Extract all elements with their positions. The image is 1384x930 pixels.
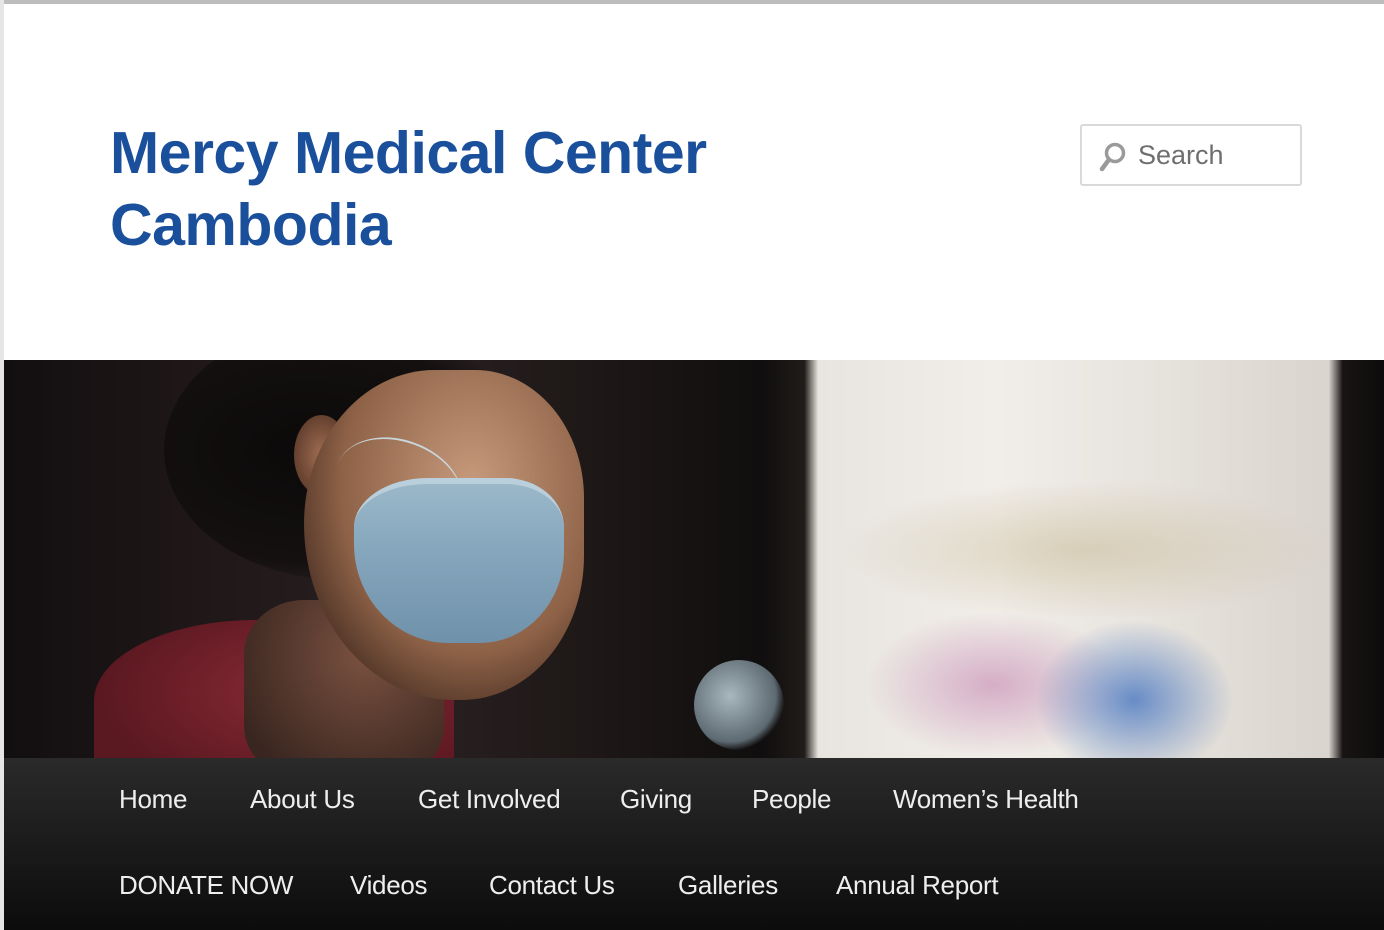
site-header: Mercy Medical Center Cambodia: [4, 4, 1384, 360]
header-image: [4, 360, 1384, 758]
surgical-mask: [354, 478, 564, 643]
search-input[interactable]: [1138, 136, 1288, 174]
nav-womens-health[interactable]: Women’s Health: [893, 784, 1079, 814]
nav-home[interactable]: Home: [119, 784, 187, 814]
nav-donate-now[interactable]: DONATE NOW: [119, 870, 293, 900]
nav-get-involved[interactable]: Get Involved: [418, 784, 561, 814]
search-box[interactable]: [1080, 124, 1302, 186]
nav-videos[interactable]: Videos: [350, 870, 428, 900]
site-title-line2[interactable]: Cambodia: [110, 189, 830, 261]
nav-contact-us[interactable]: Contact Us: [489, 870, 615, 900]
main-navigation: Home About Us Get Involved Giving People…: [4, 758, 1384, 930]
nav-giving[interactable]: Giving: [620, 784, 692, 814]
search-icon: [1099, 142, 1126, 172]
nav-people[interactable]: People: [752, 784, 831, 814]
nav-galleries[interactable]: Galleries: [678, 870, 778, 900]
nav-annual-report[interactable]: Annual Report: [836, 870, 999, 900]
site-title[interactable]: Mercy Medical Center Cambodia: [110, 117, 830, 261]
site-title-line1[interactable]: Mercy Medical Center: [110, 117, 830, 189]
nav-about-us[interactable]: About Us: [250, 784, 355, 814]
